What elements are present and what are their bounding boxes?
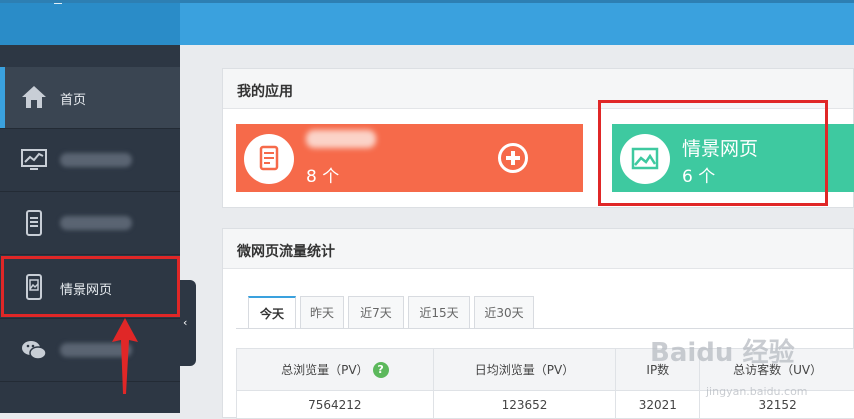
- column-header: 日均浏览量（PV）: [433, 349, 616, 391]
- tabs-divider: [236, 328, 854, 329]
- tab-today[interactable]: 今天: [248, 296, 296, 328]
- add-app-button[interactable]: [498, 143, 528, 173]
- column-header: 总浏览量（PV）?: [237, 349, 434, 391]
- chevron-left-icon: ‹: [183, 316, 187, 329]
- app-card-articles[interactable]: 8 个: [236, 124, 583, 192]
- app-count: 8 个: [306, 162, 339, 187]
- wechat-icon: [20, 336, 48, 364]
- table-cell: 7564212: [237, 391, 434, 419]
- blurred-label: [60, 216, 132, 230]
- sidebar-item-home[interactable]: 首页: [0, 67, 180, 129]
- top-bar: [0, 0, 854, 45]
- watermark: Baidu 经验: [650, 332, 794, 369]
- document-icon: [244, 134, 294, 184]
- sidebar-item-label: 首页: [60, 89, 86, 108]
- tab-7days[interactable]: 近7天: [348, 296, 404, 328]
- sidebar-collapse-button[interactable]: ‹: [180, 280, 196, 366]
- red-arrow-icon: [110, 318, 140, 396]
- tab-15days[interactable]: 近15天: [408, 296, 470, 328]
- home-icon: [20, 83, 48, 111]
- blurred-app-name: [306, 130, 376, 148]
- watermark-url: jingyan.baidu.com: [706, 385, 808, 398]
- monitor-chart-icon: [20, 146, 48, 174]
- table-cell: 32021: [616, 391, 700, 419]
- sidebar-item-mobile[interactable]: [0, 193, 180, 255]
- logo-area: [0, 0, 180, 45]
- highlight-frame-card: [598, 100, 828, 206]
- table-cell: 123652: [433, 391, 616, 419]
- stats-panel-title: 微网页流量统计: [223, 229, 853, 269]
- blurred-label: [60, 153, 132, 167]
- tab-yesterday[interactable]: 昨天: [300, 296, 344, 328]
- sidebar-item-analytics[interactable]: [0, 130, 180, 192]
- help-icon[interactable]: ?: [373, 362, 389, 378]
- highlight-frame-sidebar: [1, 256, 180, 317]
- sidebar-item-wechat[interactable]: [0, 320, 180, 382]
- phone-icon: [20, 209, 48, 237]
- tab-30days[interactable]: 近30天: [474, 296, 534, 328]
- sidebar: 首页 情景网页: [0, 45, 180, 413]
